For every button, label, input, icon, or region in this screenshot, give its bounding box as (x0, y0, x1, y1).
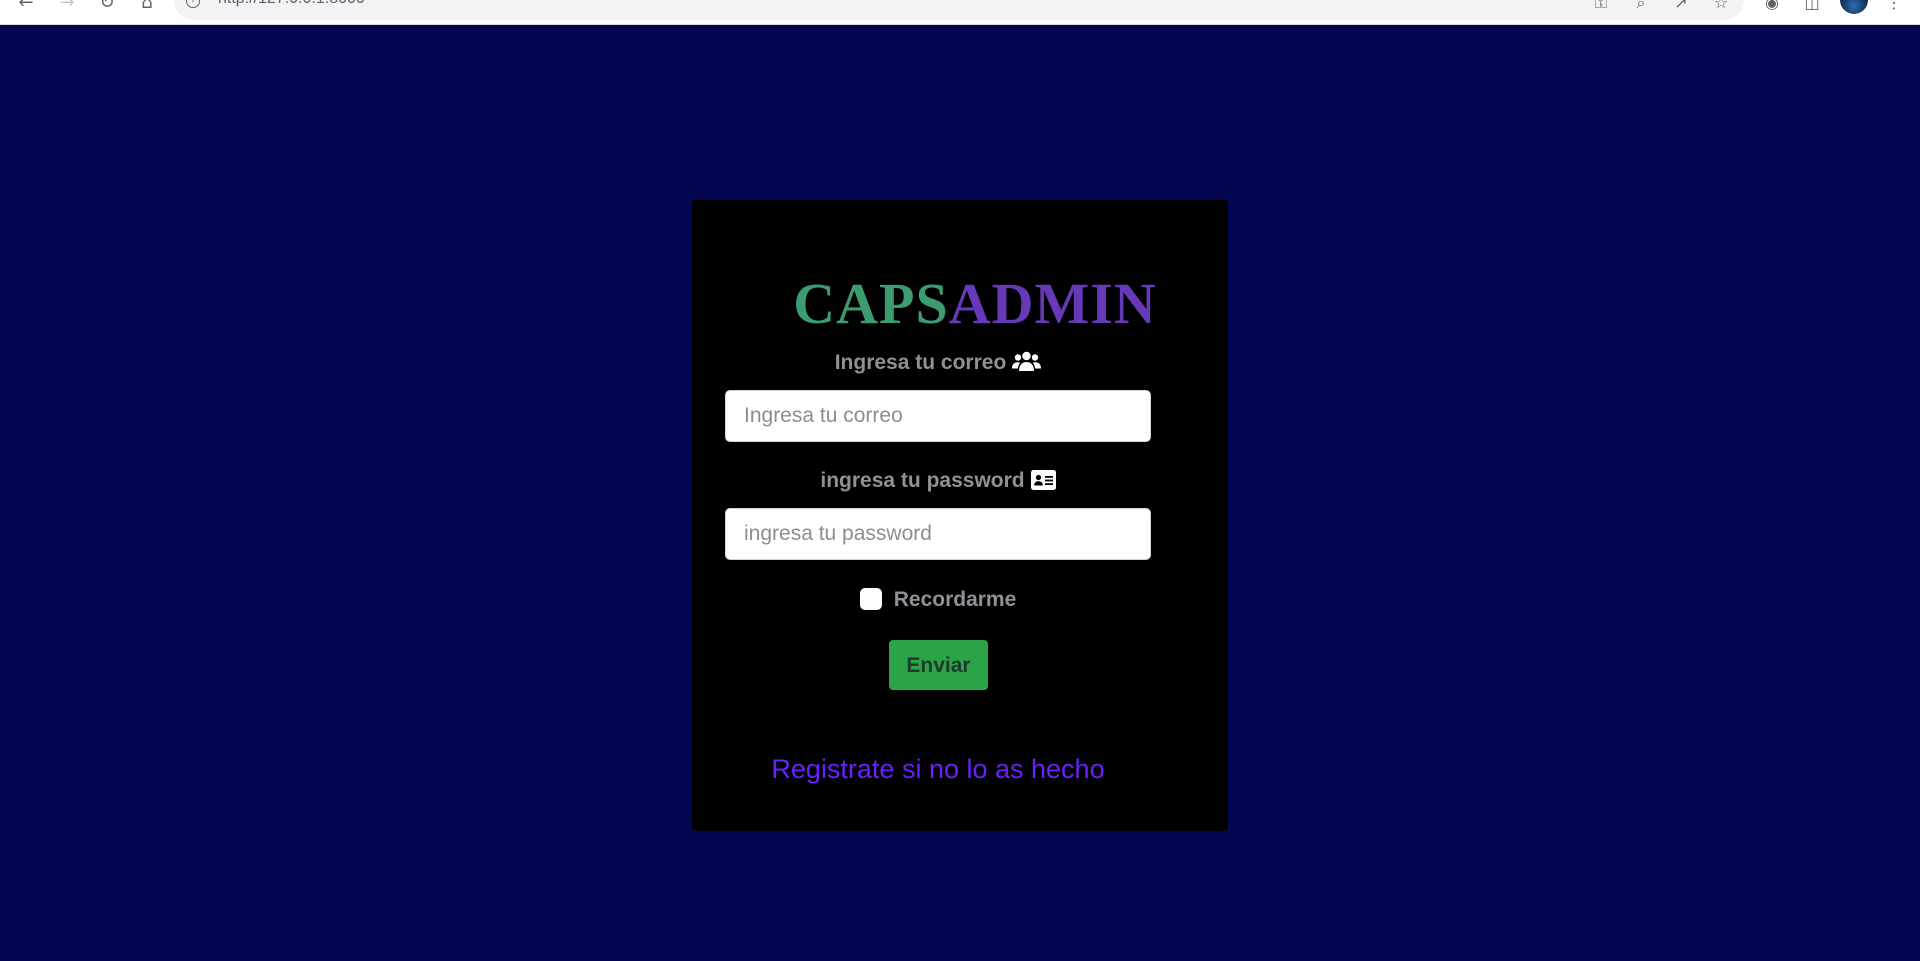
remember-label[interactable]: Recordarme (894, 588, 1017, 611)
email-label: Ingresa tu correo (834, 351, 1007, 374)
brand-title-caps: CAPS (793, 270, 949, 336)
password-label-row: ingresa tu password (0, 467, 1876, 495)
remember-checkbox[interactable] (859, 588, 882, 610)
profile-avatar[interactable] (1840, 0, 1868, 14)
side-panel-icon[interactable]: ◫ (1800, 0, 1824, 15)
share-icon[interactable]: ↗ (1669, 0, 1693, 15)
extensions-icon[interactable]: ◉ (1760, 0, 1784, 15)
brand-title-admin: ADMIN (948, 270, 1157, 336)
reload-icon[interactable]: ↻ (95, 0, 119, 15)
key-icon[interactable]: ⚿ (1589, 0, 1613, 15)
id-card-icon (1030, 470, 1056, 490)
home-icon[interactable]: ⌂ (135, 0, 159, 15)
submit-button[interactable]: Enviar (889, 640, 988, 690)
brand-title: CAPSADMIN (0, 269, 1920, 339)
zoom-icon[interactable]: ⌕ (1629, 0, 1653, 15)
bookmark-star-icon[interactable]: ☆ (1709, 0, 1733, 15)
address-bar[interactable]: i http://127.0.0.1:8000 (174, 0, 1744, 20)
password-label: ingresa tu password (820, 469, 1025, 492)
email-input[interactable] (725, 390, 1151, 442)
address-url[interactable]: http://127.0.0.1:8000 (218, 0, 365, 8)
users-icon (1012, 351, 1042, 371)
back-arrow-icon[interactable]: ← (14, 0, 38, 15)
remember-row: Recordarme (0, 586, 1876, 616)
forward-arrow-icon[interactable]: → (55, 0, 79, 15)
menu-kebab-icon[interactable]: ⋮ (1882, 0, 1906, 15)
password-input[interactable] (725, 508, 1151, 560)
info-icon[interactable]: i (186, 0, 200, 8)
email-label-row: Ingresa tu correo (0, 349, 1876, 377)
register-link[interactable]: Registrate si no lo as hecho (0, 752, 1876, 786)
browser-toolbar: ← → ↻ ⌂ i http://127.0.0.1:8000 ⚿ ⌕ ↗ ☆ … (0, 0, 1920, 25)
